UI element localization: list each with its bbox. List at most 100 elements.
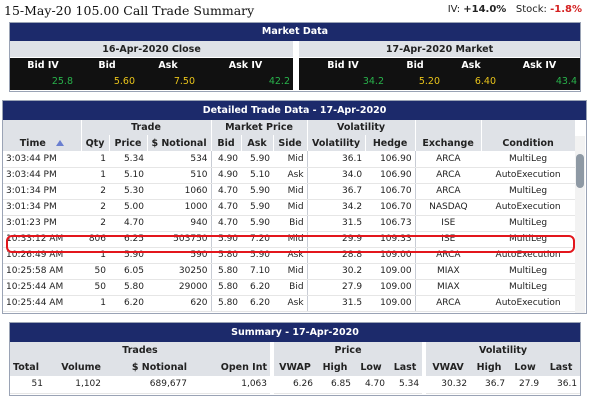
col-header-notional[interactable]: $ Notional bbox=[147, 135, 212, 151]
trade-cell-hedge: 106.70 bbox=[365, 183, 416, 200]
summary-header-volume: Volume bbox=[46, 359, 104, 376]
trade-cell-price: 6.05 bbox=[109, 263, 147, 280]
col-header-time[interactable]: Time bbox=[3, 135, 82, 151]
trade-cell-exchange: MIAX bbox=[414, 263, 482, 280]
market-close-title: 16-Apr-2020 Close bbox=[10, 41, 293, 58]
live-bid-header: Bid bbox=[406, 60, 424, 71]
stock-change-value: -1.8% bbox=[550, 4, 582, 15]
scrollbar-thumb[interactable] bbox=[576, 154, 584, 188]
summary-header-notional: $ Notional bbox=[104, 359, 190, 376]
trade-cell-price: 5.10 bbox=[109, 167, 147, 184]
trade-cell-price: 5.30 bbox=[109, 183, 147, 200]
trade-cell-exchange: ARCA bbox=[414, 167, 482, 184]
iv-change-value: +14.0% bbox=[463, 4, 507, 15]
live-bid-iv-value: 34.2 bbox=[362, 76, 384, 87]
summary-header-price-last: Last bbox=[388, 359, 427, 376]
summary-header-total: Total bbox=[10, 359, 46, 376]
trade-cell-hedge: 106.73 bbox=[365, 215, 416, 232]
trade-cell-time: 3:03:44 PM bbox=[3, 167, 81, 184]
trade-cell-ask: 5.90 bbox=[241, 151, 274, 168]
detailed-trade-panel: Detailed Trade Data - 17-Apr-2020 Trade … bbox=[2, 100, 587, 314]
col-header-hedge[interactable]: Hedge bbox=[365, 135, 416, 151]
trade-cell-side: Mid bbox=[273, 151, 308, 168]
col-header-bid[interactable]: Bid bbox=[211, 135, 242, 151]
trade-cell-notional: 620 bbox=[147, 295, 212, 312]
close-ask-header: Ask bbox=[158, 60, 178, 71]
trade-cell-qty: 50 bbox=[81, 263, 109, 280]
market-close-section: 16-Apr-2020 Close Bid IV Bid Ask Ask IV … bbox=[10, 41, 293, 91]
trade-table-body: 3:03:44 PM 1 5.34 534 4.90 5.90 Mid 36.1 106.90 A… bbox=[3, 151, 576, 312]
trade-cell-notional: 30250 bbox=[147, 263, 212, 280]
trade-cell-hedge: 109.00 bbox=[365, 263, 416, 280]
trade-table-scrollbar[interactable] bbox=[575, 136, 585, 313]
trade-cell-condition: MultiLeg bbox=[481, 263, 576, 280]
trade-cell-notional: 940 bbox=[147, 215, 212, 232]
summary-value-volume: 1,102 bbox=[46, 376, 104, 394]
col-header-price[interactable]: Price bbox=[109, 135, 148, 151]
trade-cell-time: 3:01:34 PM bbox=[3, 183, 81, 200]
col-header-ask[interactable]: Ask bbox=[241, 135, 274, 151]
col-header-volatility[interactable]: Volatility bbox=[307, 135, 366, 151]
page-title: 15-May-20 105.00 Call Trade Summary bbox=[4, 3, 255, 18]
close-ask-iv-header: Ask IV bbox=[228, 60, 263, 71]
trade-cell-side: Mid bbox=[273, 199, 308, 216]
market-live-section: 17-Apr-2020 Market Bid IV Bid Ask Ask IV… bbox=[299, 41, 580, 91]
trade-cell-qty: 1 bbox=[81, 167, 109, 184]
live-bid-iv-header: Bid IV bbox=[327, 60, 359, 71]
trade-cell-volatility: 34.2 bbox=[306, 199, 366, 216]
summary-title: Summary - 17-Apr-2020 bbox=[10, 323, 580, 342]
col-header-time-label: Time bbox=[19, 137, 46, 149]
trade-cell-qty: 50 bbox=[81, 279, 109, 296]
group-header-market-price: Market Price bbox=[211, 120, 308, 135]
header-stats: IV: +14.0% Stock: -1.8% bbox=[448, 4, 582, 15]
col-header-qty[interactable]: Qty bbox=[81, 135, 110, 151]
summary-value-vwap: 6.26 bbox=[272, 376, 316, 394]
trade-cell-qty: 1 bbox=[81, 151, 109, 168]
summary-header-vol-high: High bbox=[470, 359, 509, 376]
group-header-volatility: Volatility bbox=[307, 120, 416, 135]
trade-cell-time: 3:03:44 PM bbox=[3, 151, 81, 168]
trade-cell-side: Bid bbox=[273, 279, 308, 296]
stock-label: Stock: bbox=[515, 4, 547, 15]
group-header-blank-2 bbox=[415, 120, 482, 135]
trade-cell-qty: 2 bbox=[81, 215, 109, 232]
trade-cell-bid: 4.70 bbox=[210, 199, 242, 216]
trade-cell-time: 10:25:44 AM bbox=[3, 295, 81, 312]
trade-cell-volatility: 36.7 bbox=[306, 183, 366, 200]
summary-value-price-high: 6.85 bbox=[316, 376, 354, 394]
trade-row[interactable]: 10:25:44 AM 1 6.20 620 5.80 6.20 Ask 31.5 109.00… bbox=[3, 295, 576, 312]
col-header-exchange[interactable]: Exchange bbox=[415, 135, 482, 151]
col-header-side[interactable]: Side bbox=[273, 135, 308, 151]
summary-value-open-int: 1,063 bbox=[190, 376, 274, 394]
trade-cell-side: Mid bbox=[273, 183, 308, 200]
summary-header-price-low: Low bbox=[354, 359, 388, 376]
trade-row[interactable]: 3:01:34 PM 2 5.30 1060 4.70 5.90 Mid 36.7 106.70… bbox=[3, 183, 576, 200]
trade-cell-ask: 5.10 bbox=[241, 167, 274, 184]
trade-cell-time: 3:01:34 PM bbox=[3, 199, 81, 216]
summary-value-price-low: 4.70 bbox=[354, 376, 388, 394]
trade-cell-volatility: 27.9 bbox=[306, 279, 366, 296]
close-bid-value: 5.60 bbox=[113, 76, 135, 87]
col-header-condition[interactable]: Condition bbox=[481, 135, 576, 151]
trade-cell-qty: 2 bbox=[81, 199, 109, 216]
summary-group-price: Price bbox=[272, 342, 427, 359]
live-ask-iv-value: 43.4 bbox=[555, 76, 577, 87]
summary-group-volatility: Volatility bbox=[424, 342, 581, 359]
trade-cell-time: 10:25:44 AM bbox=[3, 279, 81, 296]
trade-cell-ask: 7.10 bbox=[241, 263, 274, 280]
trade-cell-exchange: ARCA bbox=[414, 295, 482, 312]
sort-ascending-icon[interactable] bbox=[55, 140, 64, 146]
trade-cell-condition: AutoExecution bbox=[481, 295, 576, 312]
trade-row[interactable]: 3:01:23 PM 2 4.70 940 4.70 5.90 Bid 31.5 106.73 I… bbox=[3, 215, 576, 232]
trade-cell-qty: 2 bbox=[81, 183, 109, 200]
trade-row[interactable]: 10:25:44 AM 50 5.80 29000 5.80 6.20 Bid 27.9 109… bbox=[3, 279, 576, 296]
summary-value-vol-low: 27.9 bbox=[508, 376, 543, 394]
close-bid-header: Bid bbox=[98, 60, 116, 71]
summary-value-vol-high: 36.7 bbox=[470, 376, 509, 394]
trade-row[interactable]: 3:03:44 PM 1 5.34 534 4.90 5.90 Mid 36.1 106.90 A… bbox=[3, 151, 576, 168]
trade-row[interactable]: 3:03:44 PM 1 5.10 510 4.90 5.10 Ask 34.0 106.90 A… bbox=[3, 167, 576, 184]
trade-row[interactable]: 10:25:58 AM 50 6.05 30250 5.80 7.10 Mid 30.2 109… bbox=[3, 263, 576, 280]
trade-row[interactable]: 3:01:34 PM 2 5.00 1000 4.70 5.90 Mid 34.2 106.70… bbox=[3, 199, 576, 216]
trade-cell-price: 5.34 bbox=[109, 151, 147, 168]
summary-value-vwav: 30.32 bbox=[424, 376, 471, 394]
